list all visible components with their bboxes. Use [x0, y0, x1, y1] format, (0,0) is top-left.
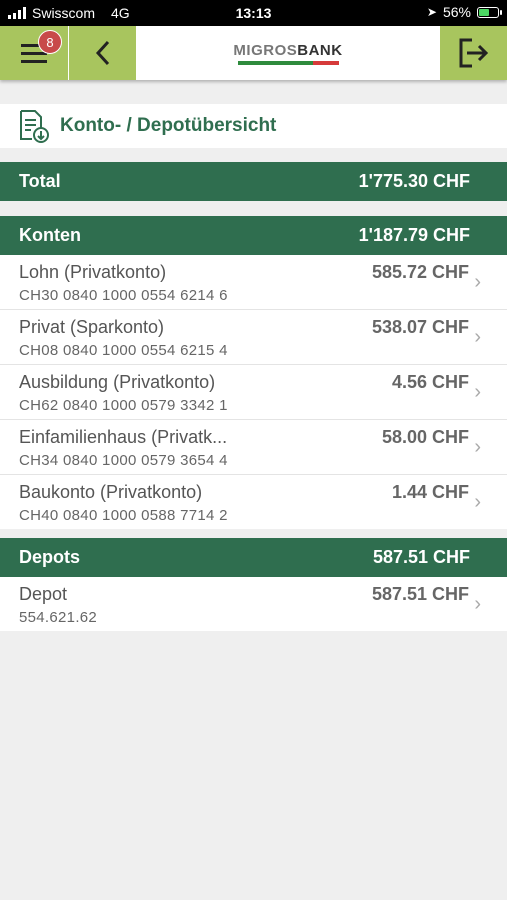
account-iban: CH30 0840 1000 0554 6214 6: [19, 287, 228, 304]
page-title: Konto- / Depotübersicht: [60, 115, 277, 136]
account-amount: 58.00 CHF: [381, 427, 469, 447]
status-bar: Swisscom 4G 13:13 ➤ 56%: [0, 0, 507, 26]
konten-list: Lohn (Privatkonto) CH30 0840 1000 0554 6…: [0, 255, 507, 529]
document-download-icon: [20, 110, 49, 143]
location-icon: ➤: [426, 5, 437, 19]
logo-part1: MIGROS: [233, 41, 298, 59]
status-right: ➤ 56%: [426, 4, 502, 20]
account-name: Einfamilienhaus (Privatk...: [19, 427, 228, 447]
konten-total: 1'187.79 CHF: [358, 225, 470, 245]
menu-button[interactable]: 8: [0, 26, 68, 80]
depots-label: Depots: [19, 547, 81, 567]
account-name: Privat (Sparkonto): [19, 317, 165, 337]
account-amount: 1.44 CHF: [391, 482, 469, 502]
depot-number: 554.621.62: [19, 609, 98, 626]
total-bar: Total 1'775.30 CHF: [0, 162, 507, 201]
account-iban: CH40 0840 1000 0588 7714 2: [19, 507, 228, 524]
account-name: Lohn (Privatkonto): [19, 262, 167, 282]
page-header: Konto- / Depotübersicht: [0, 104, 507, 148]
chevron-right-icon: ›: [474, 381, 481, 403]
chevron-right-icon: ›: [474, 271, 481, 293]
battery-icon: [477, 6, 502, 18]
depots-list: Depot 554.621.62 587.51 CHF ›: [0, 577, 507, 631]
chevron-right-icon: ›: [474, 326, 481, 348]
depot-amount: 587.51 CHF: [371, 584, 469, 604]
navbar: 8 MIGROSBANK: [0, 26, 507, 80]
chevron-right-icon: ›: [474, 436, 481, 458]
logout-button[interactable]: [440, 26, 507, 80]
account-iban: CH08 0840 1000 0554 6215 4: [19, 342, 228, 359]
chevron-right-icon: ›: [474, 593, 481, 615]
total-value: 1'775.30 CHF: [358, 171, 470, 191]
logo-part2: BANK: [297, 41, 343, 59]
battery-percent: 56%: [442, 4, 471, 20]
chevron-left-icon: [95, 40, 109, 66]
depots-total: 587.51 CHF: [372, 547, 470, 567]
konten-label: Konten: [19, 225, 81, 245]
account-name: Ausbildung (Privatkonto): [19, 372, 216, 392]
account-row-lohn[interactable]: Lohn (Privatkonto) CH30 0840 1000 0554 6…: [0, 255, 507, 310]
notification-badge: 8: [38, 30, 62, 54]
account-row-privat[interactable]: Privat (Sparkonto) CH08 0840 1000 0554 6…: [0, 310, 507, 365]
migros-bank-logo: MIGROSBANK: [136, 26, 440, 80]
account-amount: 538.07 CHF: [371, 317, 469, 337]
konten-header: Konten 1'187.79 CHF: [0, 216, 507, 255]
back-button[interactable]: [69, 26, 136, 80]
account-iban: CH34 0840 1000 0579 3654 4: [19, 452, 228, 469]
account-iban: CH62 0840 1000 0579 3342 1: [19, 397, 228, 414]
total-label: Total: [19, 171, 61, 191]
account-amount: 585.72 CHF: [371, 262, 469, 282]
chevron-right-icon: ›: [474, 491, 481, 513]
depot-name: Depot: [19, 584, 68, 604]
logout-icon: [459, 38, 488, 68]
account-row-einfamilienhaus[interactable]: Einfamilienhaus (Privatk... CH34 0840 10…: [0, 420, 507, 475]
account-amount: 4.56 CHF: [391, 372, 469, 392]
account-row-baukonto[interactable]: Baukonto (Privatkonto) CH40 0840 1000 05…: [0, 475, 507, 529]
depot-row[interactable]: Depot 554.621.62 587.51 CHF ›: [0, 577, 507, 631]
account-row-ausbildung[interactable]: Ausbildung (Privatkonto) CH62 0840 1000 …: [0, 365, 507, 420]
logo-stripe: [237, 60, 339, 65]
depots-header: Depots 587.51 CHF: [0, 538, 507, 577]
account-name: Baukonto (Privatkonto): [19, 482, 203, 502]
